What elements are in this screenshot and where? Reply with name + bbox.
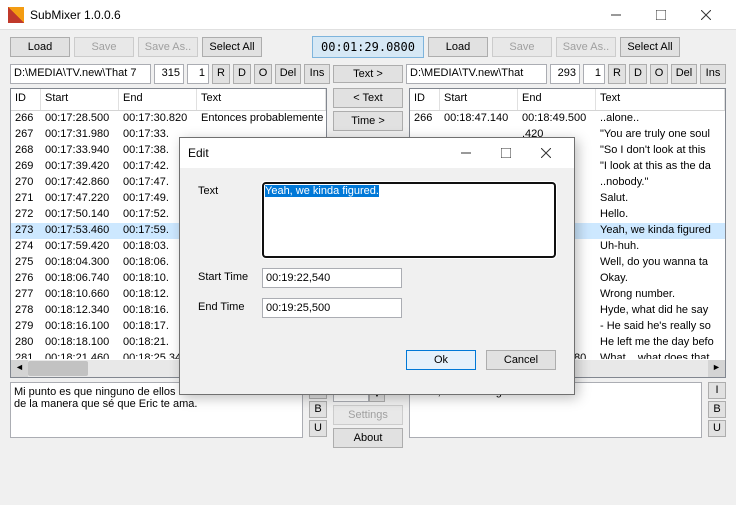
app-title: SubMixer 1.0.0.6 — [30, 8, 593, 22]
ok-button[interactable]: Ok — [406, 350, 476, 370]
timecode-display: 00:01:29.0800 — [312, 36, 424, 58]
left-count-input[interactable]: 315 — [154, 64, 184, 84]
right-ins-button[interactable]: Ins — [700, 64, 726, 84]
scroll-left-icon[interactable]: ◄ — [11, 360, 28, 377]
close-button[interactable] — [683, 1, 728, 29]
start-time-label: Start Time — [198, 268, 262, 283]
left-r-button[interactable]: R — [212, 64, 230, 84]
left-table-header: ID Start End Text — [11, 89, 326, 111]
dialog-maximize-button[interactable] — [486, 139, 526, 167]
col-text[interactable]: Text — [596, 89, 725, 110]
right-count-input[interactable]: 293 — [550, 64, 580, 84]
col-end[interactable]: End — [119, 89, 197, 110]
left-path-input[interactable]: D:\MEDIA\TV.new\That 7 — [10, 64, 151, 84]
cancel-button[interactable]: Cancel — [486, 350, 556, 370]
left-bold-button[interactable]: B — [309, 401, 327, 418]
col-text[interactable]: Text — [197, 89, 326, 110]
left-del-button[interactable]: Del — [275, 64, 301, 84]
col-id[interactable]: ID — [11, 89, 41, 110]
right-save-button[interactable]: Save — [492, 37, 552, 57]
end-time-label: End Time — [198, 298, 262, 313]
maximize-button[interactable] — [638, 1, 683, 29]
right-d-button[interactable]: D — [629, 64, 647, 84]
settings-button[interactable]: Settings — [333, 405, 403, 425]
time-right-button[interactable]: Time > — [333, 111, 403, 131]
start-time-input[interactable] — [262, 268, 402, 288]
left-save-button[interactable]: Save — [74, 37, 134, 57]
table-row[interactable]: 26600:18:47.14000:18:49.500..alone.. — [410, 111, 725, 127]
text-left-button[interactable]: < Text — [333, 88, 403, 108]
left-index-input[interactable]: 1 — [187, 64, 209, 84]
left-selectall-button[interactable]: Select All — [202, 37, 262, 57]
text-label: Text — [198, 182, 262, 197]
table-row[interactable]: 26600:17:28.50000:17:30.820Entonces prob… — [11, 111, 326, 127]
right-italic-button[interactable]: I — [708, 382, 726, 399]
col-end[interactable]: End — [518, 89, 596, 110]
left-o-button[interactable]: O — [254, 64, 272, 84]
left-ins-button[interactable]: Ins — [304, 64, 330, 84]
scroll-thumb[interactable] — [28, 361, 88, 376]
right-index-input[interactable]: 1 — [583, 64, 605, 84]
right-path-input[interactable]: D:\MEDIA\TV.new\That — [406, 64, 547, 84]
right-del-button[interactable]: Del — [671, 64, 697, 84]
dialog-close-button[interactable] — [526, 139, 566, 167]
minimize-button[interactable] — [593, 1, 638, 29]
right-bold-button[interactable]: B — [708, 401, 726, 418]
col-start[interactable]: Start — [440, 89, 518, 110]
about-button[interactable]: About — [333, 428, 403, 448]
left-d-button[interactable]: D — [233, 64, 251, 84]
right-load-button[interactable]: Load — [428, 37, 488, 57]
app-icon — [8, 7, 24, 23]
right-selectall-button[interactable]: Select All — [620, 37, 680, 57]
edit-dialog: Edit Text Start Time End Time Ok Cancel — [179, 137, 575, 395]
dialog-minimize-button[interactable] — [446, 139, 486, 167]
titlebar: SubMixer 1.0.0.6 — [0, 0, 736, 30]
end-time-input[interactable] — [262, 298, 402, 318]
right-underline-button[interactable]: U — [708, 420, 726, 437]
col-id[interactable]: ID — [410, 89, 440, 110]
left-load-button[interactable]: Load — [10, 37, 70, 57]
left-saveas-button[interactable]: Save As.. — [138, 37, 198, 57]
right-saveas-button[interactable]: Save As.. — [556, 37, 616, 57]
scroll-right-icon[interactable]: ► — [708, 360, 725, 377]
right-table-header: ID Start End Text — [410, 89, 725, 111]
text-textarea[interactable] — [262, 182, 556, 258]
right-o-button[interactable]: O — [650, 64, 668, 84]
dialog-title: Edit — [188, 146, 446, 160]
text-right-button[interactable]: Text > — [333, 65, 403, 83]
left-underline-button[interactable]: U — [309, 420, 327, 437]
col-start[interactable]: Start — [41, 89, 119, 110]
right-r-button[interactable]: R — [608, 64, 626, 84]
